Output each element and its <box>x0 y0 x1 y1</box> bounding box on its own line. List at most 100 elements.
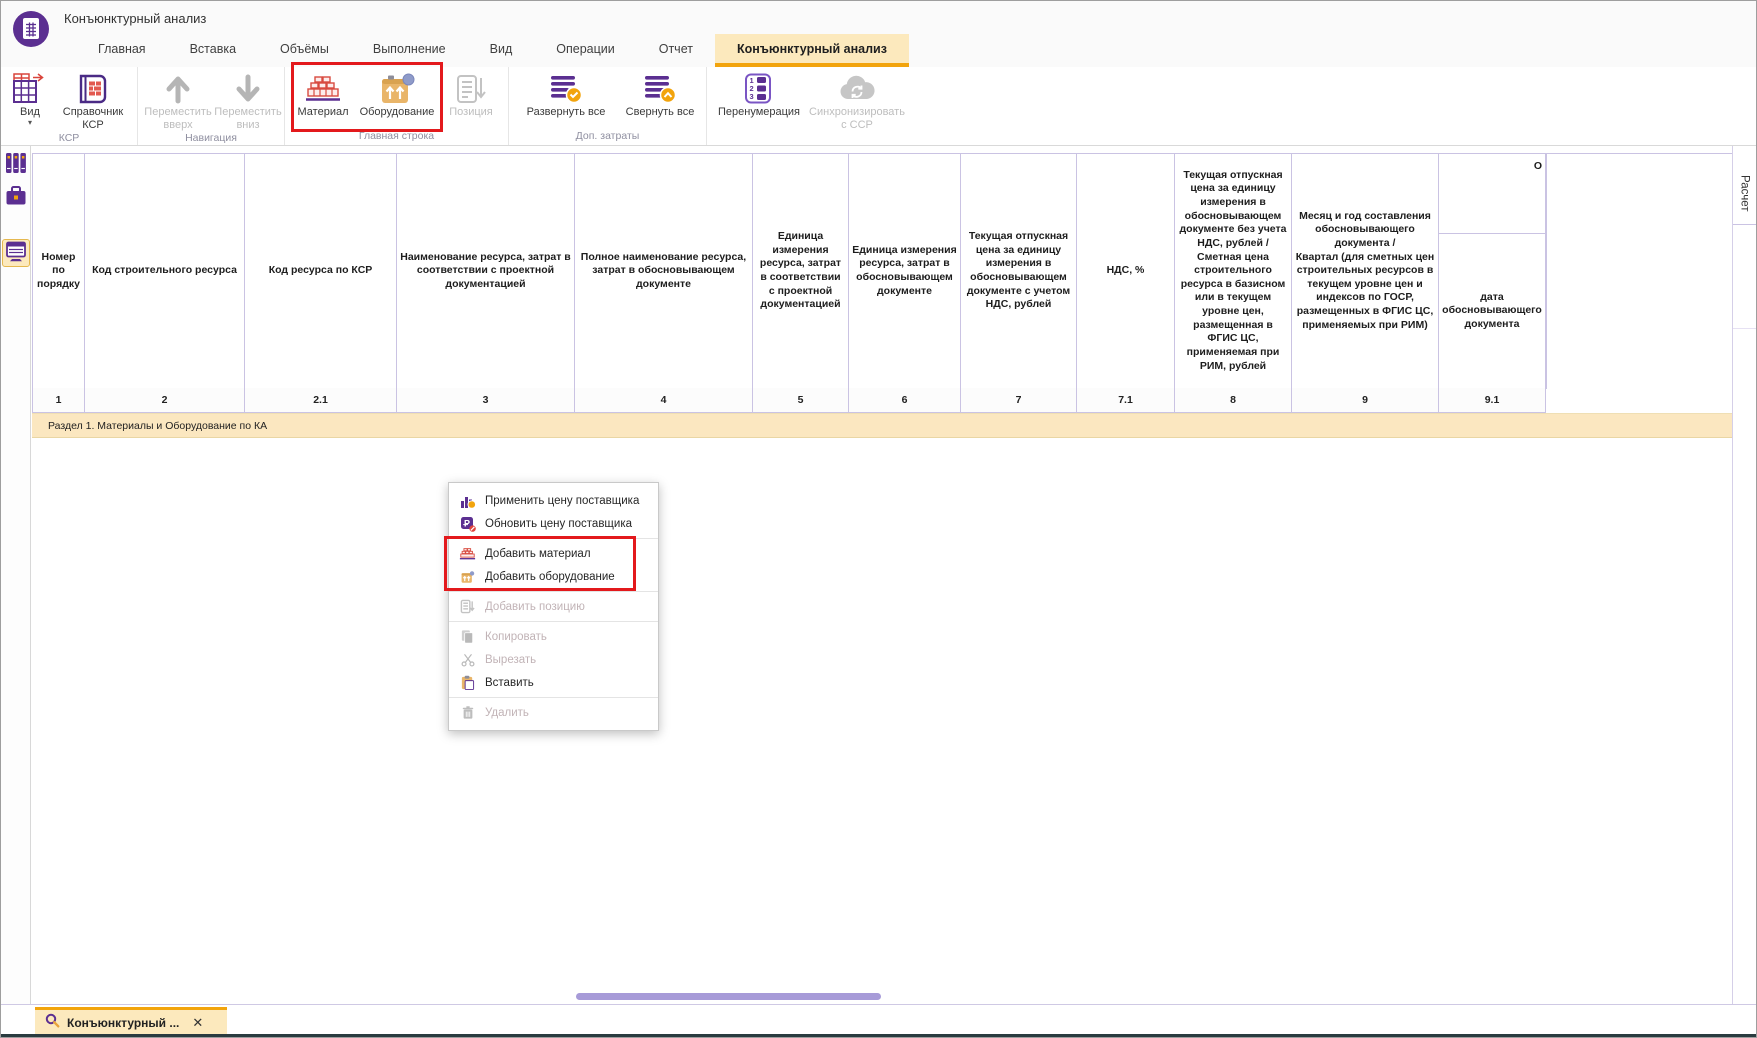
expand-all-icon <box>548 71 584 106</box>
document-tab[interactable]: Конъюнктурный ... ✕ <box>35 1007 227 1035</box>
tab-obyomy[interactable]: Объёмы <box>258 34 351 67</box>
column-header[interactable]: НДС, % <box>1077 154 1175 388</box>
column-header[interactable]: Месяц и год составления обосновывающего … <box>1292 154 1439 388</box>
menu-item-label: Добавить оборудование <box>485 571 615 583</box>
material-bricks-icon <box>304 71 342 106</box>
column-header[interactable]: Код строительного ресурса <box>85 154 245 388</box>
column-number: 7 <box>961 388 1077 413</box>
group-label <box>707 132 917 145</box>
tab-operacii[interactable]: Операции <box>534 34 636 67</box>
horizontal-scrollbar-thumb[interactable] <box>576 993 881 1000</box>
ksr-reference-button[interactable]: Справочник КСР <box>55 70 131 132</box>
button-label: Материал <box>298 106 349 119</box>
group-label: Главная строка <box>285 130 508 145</box>
equipment-button[interactable]: Оборудование <box>355 70 439 119</box>
magnifier-icon <box>45 1013 60 1033</box>
close-icon[interactable]: ✕ <box>192 1015 203 1031</box>
button-label: Свернуть все <box>626 106 695 119</box>
renumber-icon: 123 <box>743 71 775 106</box>
grid-view-icon <box>12 71 48 106</box>
column-header[interactable]: Текущая отпускная цена за единицу измере… <box>961 154 1077 388</box>
column-number: 1 <box>33 388 85 413</box>
column-header[interactable]: Единица измерения ресурса, затрат в обос… <box>849 154 961 388</box>
view-button[interactable]: Вид ▾ <box>7 70 53 126</box>
section-row[interactable]: Раздел 1. Материалы и Оборудование по КА <box>32 413 1734 438</box>
column-number: 9.1 <box>1439 388 1546 413</box>
menu-item-add-equipment[interactable]: Добавить оборудование <box>449 565 658 588</box>
button-label: Позиция <box>449 106 493 119</box>
button-label: Переместить вниз <box>214 106 281 132</box>
column-number: 2.1 <box>245 388 397 413</box>
column-header[interactable]: Полное наименование ресурса, затрат в об… <box>575 154 753 388</box>
column-number: 2 <box>85 388 245 413</box>
side-tab-secondary[interactable] <box>1733 234 1756 329</box>
button-label: Развернуть все <box>527 106 606 119</box>
svg-text:3: 3 <box>750 92 754 101</box>
main-area: Номер по порядку Код строительного ресур… <box>1 146 1756 1004</box>
paste-clipboard-icon <box>459 674 476 691</box>
app-logo-icon <box>12 10 50 48</box>
column-header[interactable]: Единица измерения ресурса, затрат в соот… <box>753 154 849 388</box>
column-header-split[interactable]: О дата обосновывающего документа <box>1439 154 1546 388</box>
menu-item-label: Добавить материал <box>485 548 591 560</box>
menu-item-label: Применить цену поставщика <box>485 495 639 507</box>
column-number: 8 <box>1175 388 1292 413</box>
menu-separator <box>449 697 658 698</box>
button-label: Перенумерация <box>718 106 800 119</box>
clipped-header-label: О <box>1439 154 1545 234</box>
button-label: Переместить вверх <box>144 106 211 132</box>
tab-vstavka[interactable]: Вставка <box>168 34 258 67</box>
column-header: дата обосновывающего документа <box>1439 234 1545 388</box>
group-label: Навигация <box>138 132 284 145</box>
expand-all-button[interactable]: Развернуть все <box>521 70 611 119</box>
material-button[interactable]: Материал <box>295 70 351 119</box>
menu-item-label: Удалить <box>485 707 529 719</box>
apply-price-icon <box>459 492 476 509</box>
tab-konyunkturnyj-analiz[interactable]: Конъюнктурный анализ <box>715 34 909 67</box>
section-row-label: Раздел 1. Материалы и Оборудование по КА <box>48 420 267 432</box>
menu-item-label: Вставить <box>485 677 534 689</box>
ribbon-group-main-row: Материал <box>285 67 509 145</box>
move-up-button: Переместить вверх <box>146 70 210 132</box>
rail-table-view-button[interactable] <box>2 239 30 267</box>
menu-item-apply-supplier-price[interactable]: Применить цену поставщика <box>449 489 658 512</box>
ksr-book-icon <box>76 71 110 106</box>
menu-separator <box>449 621 658 622</box>
column-header[interactable]: Текущая отпускная цена за единицу измере… <box>1175 154 1292 388</box>
collapse-all-icon <box>642 71 678 106</box>
menu-item-add-position: Добавить позицию <box>449 595 658 618</box>
refresh-price-icon: P <box>459 515 476 532</box>
side-tab-raschet[interactable]: Расчет <box>1733 163 1756 225</box>
context-menu: Применить цену поставщика P Обновить цен… <box>448 482 659 731</box>
menu-separator <box>449 591 658 592</box>
ribbon-group-navigation: Переместить вверх Переместить вниз Навиг… <box>138 67 285 145</box>
side-tab-label: Расчет <box>1739 175 1751 212</box>
ribbon-group-extra-costs: Развернуть все Свернуть все Доп. затраты <box>509 67 707 145</box>
briefcase-icon <box>5 185 27 212</box>
tab-vid[interactable]: Вид <box>468 34 535 67</box>
left-rail <box>1 146 31 1004</box>
title-bar: Конъюнктурный анализ <box>1 1 1756 34</box>
menu-item-paste[interactable]: Вставить <box>449 671 658 694</box>
rail-binders-button[interactable] <box>2 151 30 179</box>
position-list-icon <box>455 71 487 106</box>
renumber-button[interactable]: 123 Перенумерация <box>713 70 805 119</box>
button-label: Справочник КСР <box>55 106 131 132</box>
collapse-all-button[interactable]: Свернуть все <box>619 70 701 119</box>
table-document-icon <box>5 240 27 267</box>
tab-vypolnenie[interactable]: Выполнение <box>351 34 468 67</box>
window-title: Конъюнктурный анализ <box>64 11 206 26</box>
tab-glavnaya[interactable]: Главная <box>76 34 168 67</box>
menu-item-refresh-supplier-price[interactable]: P Обновить цену поставщика <box>449 512 658 535</box>
menu-item-cut: Вырезать <box>449 648 658 671</box>
tab-otchet[interactable]: Отчет <box>637 34 715 67</box>
column-header[interactable]: Код ресурса по КСР <box>245 154 397 388</box>
rail-briefcase-button[interactable] <box>2 184 30 212</box>
material-bricks-icon <box>459 545 476 562</box>
copy-icon <box>459 628 476 645</box>
ribbon-toolbar: Вид ▾ <box>1 67 1756 146</box>
column-header[interactable]: Номер по порядку <box>33 154 85 388</box>
equipment-crate-icon <box>378 71 416 106</box>
column-header[interactable]: Наименование ресурса, затрат в соответст… <box>397 154 575 388</box>
menu-item-add-material[interactable]: Добавить материал <box>449 542 658 565</box>
